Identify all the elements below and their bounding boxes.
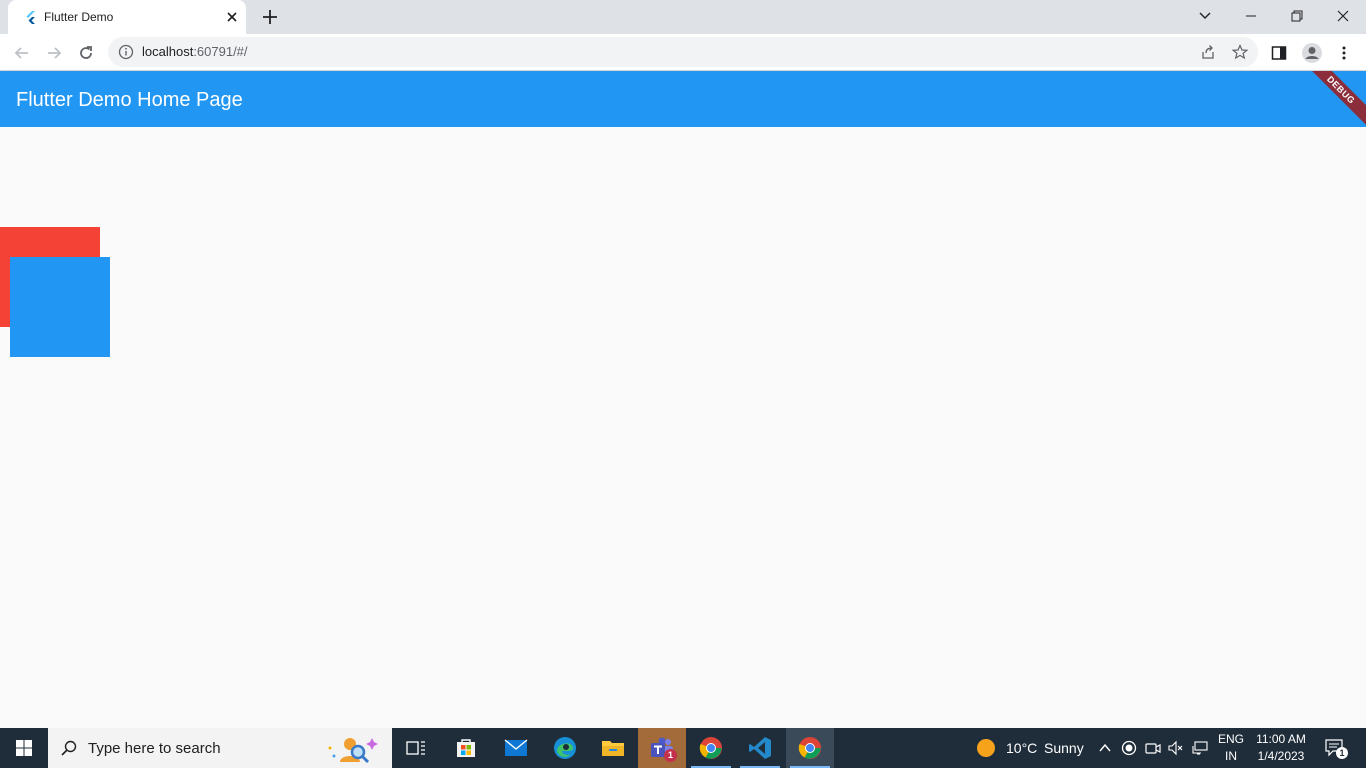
more-vert-icon [1342,46,1346,60]
edge-button[interactable] [541,728,589,768]
new-tab-icon[interactable] [260,7,280,27]
side-panel-button[interactable] [1265,39,1293,67]
address-bar[interactable]: localhost:60791/#/ [108,37,1258,67]
task-view-icon [406,741,425,755]
reload-button[interactable] [72,39,100,67]
close-tab-icon[interactable] [224,9,240,25]
info-icon[interactable] [118,44,134,60]
arrow-right-icon [48,47,62,59]
page-title: Flutter Demo Home Page [16,89,243,111]
language-region: IN [1225,749,1237,763]
avatar-icon [1302,43,1322,63]
close-icon [1337,10,1349,22]
debug-banner: DEBUG [1297,71,1366,127]
vscode-button[interactable] [736,728,784,768]
microsoft-store-button[interactable] [442,728,490,768]
clock-time: 11:00 AM [1256,732,1306,746]
tab-title: Flutter Demo [44,10,114,24]
network-icon [1192,741,1208,755]
weather-condition[interactable]: Sunny [1044,740,1084,756]
close-window-button[interactable] [1320,0,1366,32]
language-code: ENG [1217,732,1244,746]
vscode-icon [749,737,771,759]
network-button[interactable] [1191,739,1209,757]
side-panel-icon [1271,46,1287,60]
weather-temp[interactable]: 10°C [1006,740,1037,756]
chrome-active-button[interactable] [786,728,834,768]
url-host: localhost [142,44,194,59]
chevron-up-icon [1099,743,1111,752]
restore-icon [1291,10,1303,22]
back-button[interactable] [8,39,36,67]
speaker-muted-icon [1168,740,1183,756]
task-view-button[interactable] [392,728,440,768]
show-hidden-icons-button[interactable] [1096,739,1114,757]
camera-icon [1145,743,1161,754]
flutter-logo-icon [26,11,35,24]
input-language[interactable]: ENG IN [1214,731,1248,765]
arrow-left-icon [14,47,28,59]
mail-button[interactable] [492,728,540,768]
search-placeholder: Type here to search [88,740,221,757]
reload-icon [80,46,92,59]
notifications-button[interactable]: 1 [1324,739,1348,759]
file-explorer-button[interactable] [589,728,637,768]
folder-icon [602,741,624,756]
taskbar-search[interactable]: Type here to search [48,728,392,768]
minimize-icon [1246,15,1256,17]
minimize-button[interactable] [1228,0,1274,32]
share-icon [1202,45,1214,59]
bookmark-button[interactable] [1230,42,1250,62]
share-button[interactable] [1198,42,1218,62]
tab-search-button[interactable] [1182,0,1228,32]
sun-icon[interactable] [976,738,996,758]
blue-box [10,257,110,357]
url-text: localhost:60791/#/ [142,44,248,59]
windows-logo-icon [16,740,32,756]
clock-date: 1/4/2023 [1257,749,1305,763]
volume-button[interactable] [1167,739,1185,757]
app-body [0,127,1366,728]
chrome-button[interactable] [687,728,735,768]
taskbar: Type here to search 1 10°C Sunny ENG IN … [0,728,1366,768]
meet-now-button[interactable] [1144,739,1162,757]
url-path: :60791/#/ [193,44,248,59]
browser-tab-flutter-demo[interactable]: Flutter Demo [8,0,246,34]
chrome-icon [699,737,722,759]
teams-button[interactable]: 1 [638,728,686,768]
browser-toolbar: localhost:60791/#/ [0,34,1366,71]
search-highlight-icon [328,738,378,764]
app-bar: Flutter Demo Home Page DEBUG [0,71,1366,127]
record-icon [1121,740,1137,756]
notification-count: 1 [1336,747,1348,759]
edge-icon [554,737,576,759]
mail-icon [504,739,528,756]
store-icon [457,739,475,757]
browser-tabstrip: Flutter Demo [0,0,1366,34]
star-icon [1232,44,1248,60]
restore-button[interactable] [1274,0,1320,32]
forward-button[interactable] [40,39,68,67]
menu-button[interactable] [1330,39,1358,67]
clock[interactable]: 11:00 AM 1/4/2023 [1250,731,1312,765]
start-button[interactable] [0,728,48,768]
record-indicator[interactable] [1120,739,1138,757]
chrome-icon [798,737,821,759]
chevron-down-icon [1199,12,1211,19]
profile-button[interactable] [1298,39,1326,67]
teams-badge: 1 [664,749,677,762]
search-icon [61,740,77,756]
